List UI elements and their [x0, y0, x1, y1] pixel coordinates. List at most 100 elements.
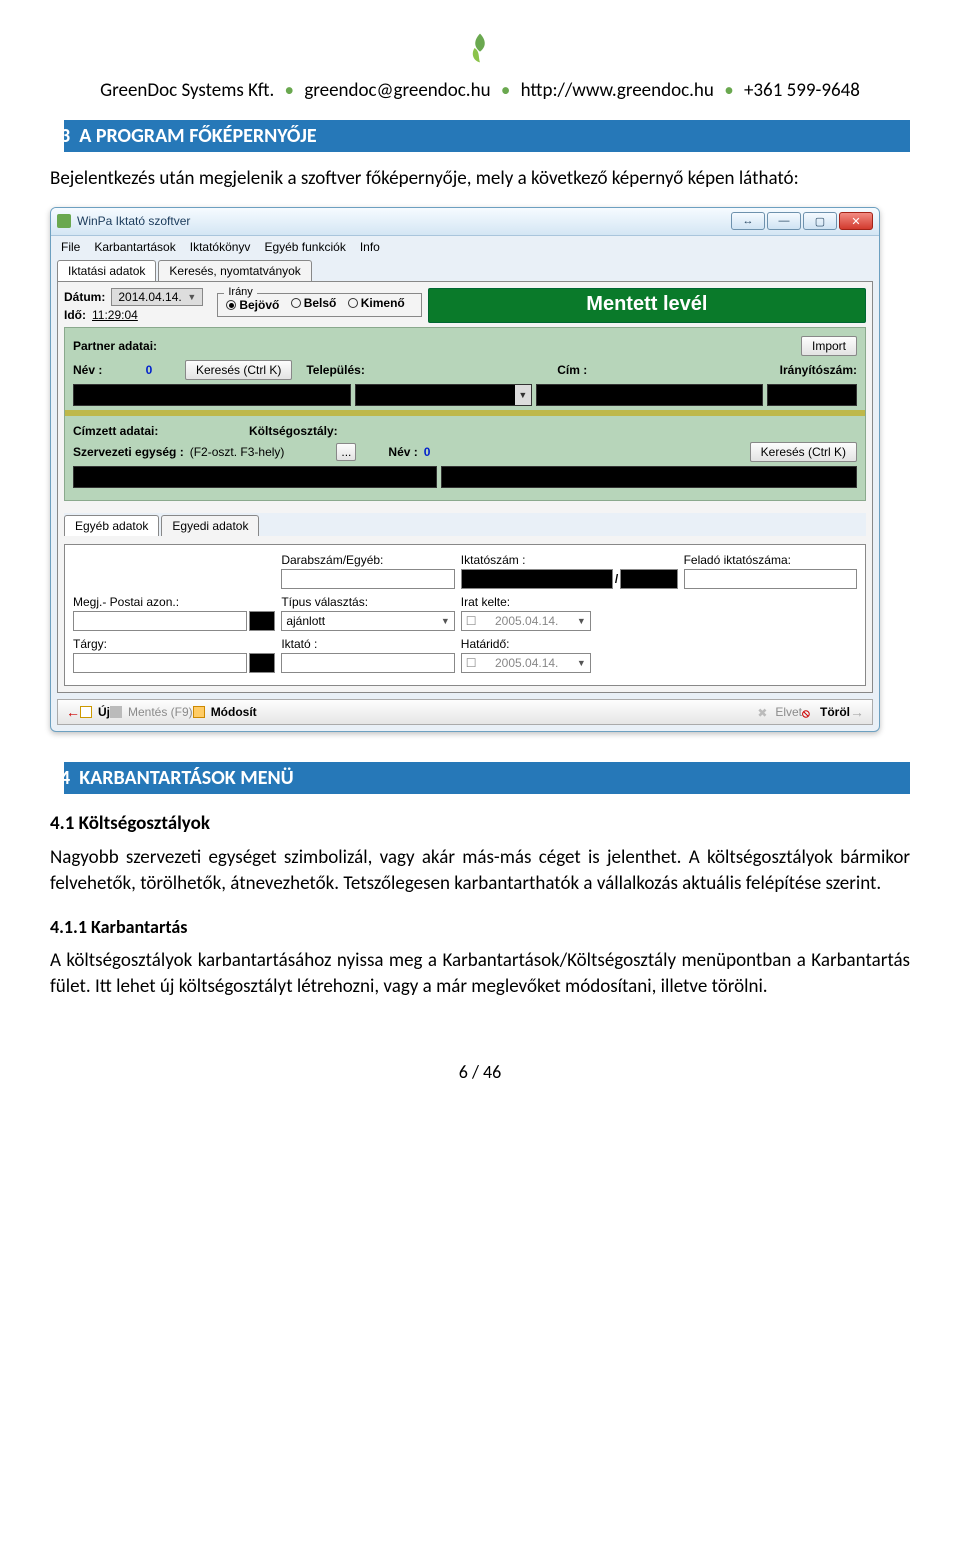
megj-input[interactable]	[73, 611, 247, 631]
window-title: WinPa Iktató szoftver	[77, 214, 190, 228]
section-3-intro: Bejelentkezés után megjelenik a szoftver…	[50, 166, 910, 193]
chevron-down-icon: ▼	[577, 616, 586, 626]
megj-label: Megj.- Postai azon.:	[73, 595, 275, 609]
radio-kimeno[interactable]: Kimenő	[348, 296, 405, 310]
cimzett-adatai-label: Címzett adatai:	[73, 424, 243, 438]
iktato-input[interactable]	[281, 653, 454, 673]
egyeb-adatok-panel: Darabszám/Egyéb: Iktatószám : / Feladó i…	[64, 544, 866, 686]
menu-file[interactable]: File	[61, 240, 80, 254]
page-number: 6 / 46	[50, 1061, 910, 1083]
telepules-label: Település:	[306, 363, 364, 377]
ellipsis-button[interactable]: ...	[336, 443, 356, 461]
iktatoszam-input-1[interactable]	[461, 569, 613, 589]
szervezeti-egyseg-input[interactable]	[73, 466, 437, 488]
company-name: GreenDoc Systems Kft.	[100, 79, 274, 102]
tab-egyeb-adatok[interactable]: Egyéb adatok	[64, 515, 159, 536]
window-maximize-button[interactable]: ▢	[803, 212, 837, 230]
torol-button[interactable]: ⦸ Töröl	[802, 705, 850, 719]
menu-iktatokonyv[interactable]: Iktatókönyv	[190, 240, 251, 254]
panel-divider	[65, 410, 865, 416]
felado-iktatoszama-label: Feladó iktatószáma:	[684, 553, 857, 567]
partner-adatai-label: Partner adatai:	[73, 339, 157, 353]
separator-dot: •	[501, 79, 510, 102]
time-label: Idő:	[64, 308, 86, 322]
import-button[interactable]: Import	[801, 336, 857, 356]
window-minimize-button[interactable]: —	[767, 212, 801, 230]
window-titlebar: WinPa Iktató szoftver ↔ — ▢ ✕	[51, 208, 879, 236]
darabszam-label: Darabszám/Egyéb:	[281, 553, 454, 567]
radio-bejovo[interactable]: Bejövő	[226, 298, 279, 312]
tipus-value: ajánlott	[286, 614, 325, 628]
targy-label: Tárgy:	[73, 637, 275, 651]
tab-egyedi-adatok[interactable]: Egyedi adatok	[161, 515, 259, 536]
targy-input[interactable]	[73, 653, 247, 673]
elvet-button[interactable]: ✖ Elvet	[757, 705, 802, 719]
felado-iktatoszama-input[interactable]	[684, 569, 857, 589]
radio-belso[interactable]: Belső	[291, 296, 337, 310]
telepules-select[interactable]: ▼	[355, 384, 532, 406]
tab-iktatasi-adatok[interactable]: Iktatási adatok	[57, 260, 156, 281]
date-label: Dátum:	[64, 290, 105, 304]
iktatoszam-input-2[interactable]	[620, 569, 677, 589]
section-3-number: 3	[60, 124, 70, 148]
tab-kereses-nyomtatvanyok[interactable]: Keresés, nyomtatványok	[158, 260, 311, 281]
chevron-down-icon: ▼	[515, 385, 531, 405]
chevron-down-icon: ▼	[187, 292, 196, 302]
darabszam-input[interactable]	[281, 569, 454, 589]
megj-extra-input[interactable]	[249, 611, 275, 631]
paragraph-4-1-1: A költségosztályok karbantartásához nyis…	[50, 948, 910, 1001]
hatarido-value: 2005.04.14.	[495, 656, 558, 670]
section-3-heading: A PROGRAM FŐKÉPERNYŐJE	[79, 124, 316, 148]
menu-egyeb-funkciok[interactable]: Egyéb funkciók	[264, 240, 345, 254]
nev-label: Név :	[73, 363, 113, 377]
window-close-button[interactable]: ✕	[839, 212, 873, 230]
modosit-button[interactable]: Módosít	[193, 705, 257, 719]
targy-extra-input[interactable]	[249, 653, 275, 673]
status-banner: Mentett levél	[428, 288, 866, 323]
koltsegosztaly-label: Költségosztály:	[249, 424, 338, 438]
menu-karbantartasok[interactable]: Karbantartások	[94, 240, 175, 254]
prev-arrow-icon[interactable]: ←	[66, 704, 80, 720]
nev2-input[interactable]	[441, 466, 857, 488]
edit-icon	[193, 706, 205, 718]
tipus-select[interactable]: ajánlott ▼	[281, 611, 454, 631]
cim-input[interactable]	[536, 384, 763, 406]
separator-dot: •	[724, 79, 733, 102]
uj-button[interactable]: Új	[80, 705, 110, 719]
hatarido-field[interactable]: ☐2005.04.14. ▼	[461, 653, 591, 673]
irany-legend: Irány	[224, 286, 256, 298]
page-header-contact: GreenDoc Systems Kft. • greendoc@greendo…	[50, 79, 910, 102]
discard-icon: ✖	[757, 706, 769, 718]
company-url: http://www.greendoc.hu	[521, 79, 714, 102]
save-icon	[110, 706, 122, 718]
szervezeti-egyseg-hint: (F2-oszt. F3-hely)	[190, 445, 285, 459]
nev-counter: 0	[119, 363, 179, 377]
partner-panel: Partner adatai: Import Név : 0 Keresés (…	[64, 327, 866, 501]
main-tabs: Iktatási adatok Keresés, nyomtatványok	[51, 258, 879, 281]
kereses-button[interactable]: Keresés (Ctrl K)	[185, 360, 292, 380]
new-icon	[80, 706, 92, 718]
irat-kelte-value: 2005.04.14.	[495, 614, 558, 628]
paragraph-4-1: Nagyobb szervezeti egységet szimbolizál,…	[50, 845, 910, 898]
window-extra-button[interactable]: ↔	[731, 212, 765, 230]
szervezeti-egyseg-label: Szervezeti egység :	[73, 445, 184, 459]
app-window: WinPa Iktató szoftver ↔ — ▢ ✕ File Karba…	[50, 207, 880, 732]
kereses2-button[interactable]: Keresés (Ctrl K)	[750, 442, 857, 462]
app-icon	[57, 214, 71, 228]
delete-icon: ⦸	[802, 706, 814, 718]
nev-input[interactable]	[73, 384, 351, 406]
nev2-label: Név :	[388, 445, 417, 459]
page-logo	[50, 30, 910, 71]
menu-bar: File Karbantartások Iktatókönyv Egyéb fu…	[51, 236, 879, 258]
next-arrow-icon[interactable]: →	[850, 704, 864, 720]
chevron-down-icon: ▼	[441, 616, 450, 626]
separator-dot: •	[285, 79, 294, 102]
section-3-title: 3 A PROGRAM FŐKÉPERNYŐJE	[50, 120, 910, 152]
section-4-heading: KARBANTARTÁSOK MENÜ	[79, 766, 294, 790]
mentes-button[interactable]: Mentés (F9)	[110, 705, 193, 719]
irsz-input[interactable]	[767, 384, 857, 406]
menu-info[interactable]: Info	[360, 240, 380, 254]
cim-label: Cím :	[557, 363, 587, 377]
irat-kelte-field[interactable]: ☐2005.04.14. ▼	[461, 611, 591, 631]
date-field[interactable]: 2014.04.14. ▼	[111, 288, 203, 306]
